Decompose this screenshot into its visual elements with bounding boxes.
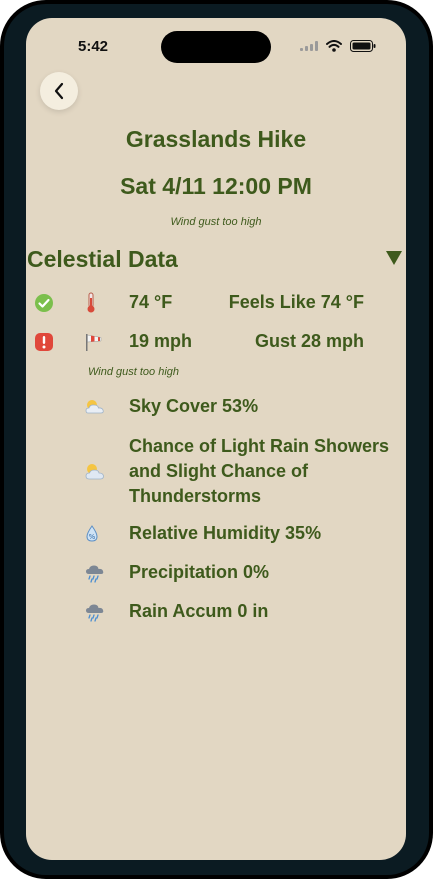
section-title: Celestial Data [27,246,178,272]
rain-accum-value: Rain Accum 0 in [129,601,269,621]
windsock-icon [86,334,102,351]
triangle-down-icon [386,251,402,265]
battery-icon [350,40,376,52]
temperature-value: 74 °F [129,292,173,312]
back-button[interactable] [40,72,78,110]
forecast-value: Chance of Light Rain Showers and Slight … [129,436,390,506]
thermometer-icon [87,292,95,313]
humidity-value: Relative Humidity 35% [129,523,322,543]
signal-icon [300,41,318,51]
sky-cover-value: Sky Cover 53% [129,396,259,416]
precipitation-value: Precipitation 0% [129,562,270,582]
chevron-left-icon [54,82,64,100]
status-bar: 5:42 [26,18,406,74]
rain-cloud-icon [86,604,104,622]
section-toggle[interactable] [385,250,403,271]
page-title: Grasslands Hike [125,126,307,152]
status-time: 5:42 [78,38,109,55]
dynamic-island [161,31,271,63]
check-circle-icon [35,294,53,312]
event-datetime: Sat 4/11 12:00 PM [120,173,312,199]
wifi-icon [326,40,342,52]
exclamation-icon [35,333,53,351]
sun-behind-cloud-icon [85,400,104,414]
app-screen: 5:42 Grasslands Hike Sat 4/11 12:00 PM W… [26,18,406,860]
feels-like-value: Feels Like 74 °F [228,292,364,312]
status-icons [300,40,376,52]
sun-behind-cloud-icon [85,464,104,480]
rain-cloud-icon [86,565,104,583]
wind-warning: Wind gust too high [88,366,180,378]
gust-value: Gust 28 mph [254,331,364,351]
droplet-percent-icon: % [86,525,98,542]
wind-speed-value: 19 mph [129,331,193,351]
header-warning: Wind gust too high [170,216,262,228]
svg-text:%: % [89,533,96,541]
